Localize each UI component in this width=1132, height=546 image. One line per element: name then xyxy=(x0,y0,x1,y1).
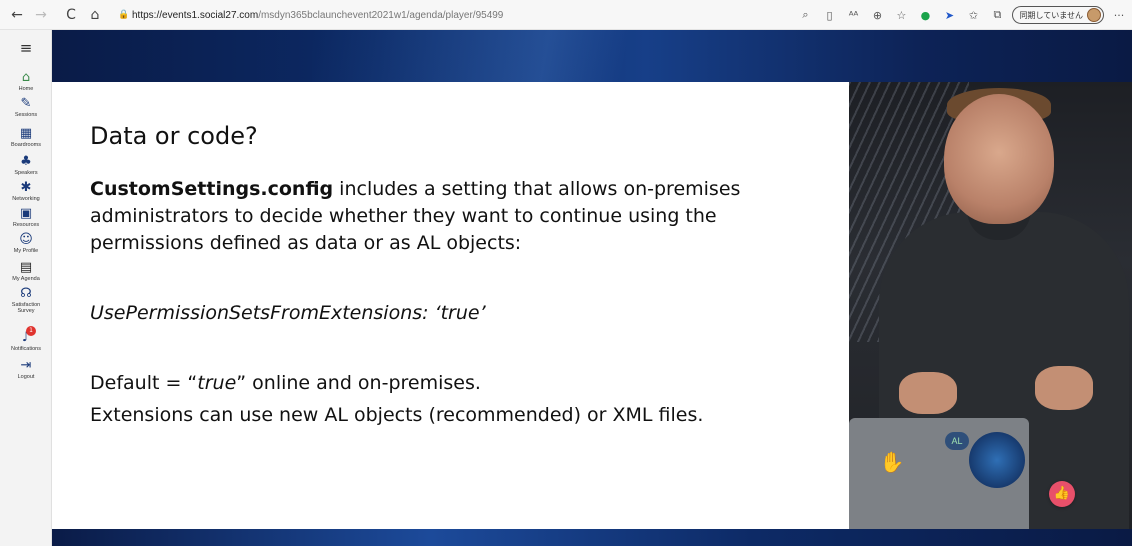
back-button[interactable]: ← xyxy=(6,4,28,26)
sidebar-item-my-agenda[interactable]: ▤ My Agenda xyxy=(0,260,52,282)
sidebar-item-satisfaction-survey[interactable]: ☊ Satisfaction Survey xyxy=(0,286,52,314)
reader-icon[interactable]: ▯ xyxy=(820,6,838,24)
presenter-head xyxy=(944,94,1054,224)
home-icon: ⌂ xyxy=(21,70,31,85)
reload-button[interactable]: C xyxy=(60,4,82,26)
url-path: /msdyn365bclaunchevent2021w1/agenda/play… xyxy=(258,9,504,21)
search-icon[interactable]: ⌕ xyxy=(796,6,814,24)
url-host: https://events1.social27.com xyxy=(132,9,259,21)
slide-para-bold: CustomSettings.config xyxy=(90,178,334,200)
presentation-slide: Data or code? CustomSettings.config incl… xyxy=(52,82,848,529)
laptop-sticker-al: AL xyxy=(945,432,969,450)
forward-button[interactable]: → xyxy=(30,4,52,26)
sidebar-item-label: My Profile xyxy=(13,248,39,254)
profile-icon: ☺ xyxy=(19,232,33,247)
lock-icon: 🔒 xyxy=(118,10,130,20)
laptop-sticker-badge xyxy=(969,432,1025,488)
sidebar-item-label: Boardrooms xyxy=(11,142,41,148)
sidebar-item-sessions[interactable]: ✎ Sessions xyxy=(0,96,52,118)
sidebar-item-label: Sessions xyxy=(14,112,38,118)
slide-title: Data or code? xyxy=(90,122,258,150)
read-aloud-icon[interactable]: ᴬᴬ xyxy=(844,6,862,24)
slide-default-line: Default = “true” online and on-premises. xyxy=(90,372,481,394)
notification-badge: 1 xyxy=(26,326,36,336)
sidebar-item-notifications[interactable]: ♪ 1 Notifications xyxy=(0,326,52,352)
address-bar[interactable]: 🔒 https://events1.social27.com/msdyn365b… xyxy=(118,6,503,24)
profile-button[interactable]: 同期していません xyxy=(1012,6,1104,24)
extension-blue-icon[interactable]: ➤ xyxy=(940,6,958,24)
slide-l1-suffix: ” online and on-premises. xyxy=(236,372,481,394)
sidebar-item-label: Resources xyxy=(12,222,40,228)
extension-green-icon[interactable]: ● xyxy=(916,6,934,24)
sidebar-item-networking[interactable]: ✱ Networking xyxy=(0,180,52,202)
favorites-icon[interactable]: ✩ xyxy=(964,6,982,24)
slide-code-line: UsePermissionSetsFromExtensions: ‘true’ xyxy=(90,302,486,324)
browser-toolbar: ← → C ⌂ 🔒 https://events1.social27.com/m… xyxy=(0,0,1132,30)
collections-icon[interactable]: ⧉ xyxy=(988,6,1006,24)
slide-header-band xyxy=(52,30,1132,82)
zoom-icon[interactable]: ⊕ xyxy=(868,6,886,24)
calendar-icon: ▤ xyxy=(19,260,33,275)
profile-label: 同期していません xyxy=(1019,10,1083,20)
slide-l1-italic: true xyxy=(197,372,237,394)
boardroom-icon: ▦ xyxy=(19,126,33,141)
bell-icon: ♪ 1 xyxy=(18,326,36,346)
network-icon: ✱ xyxy=(20,180,32,195)
sidebar-item-speakers[interactable]: ♣ Speakers xyxy=(0,154,52,176)
home-button[interactable]: ⌂ xyxy=(84,4,106,26)
presenter-right-hand xyxy=(1035,366,1093,410)
sidebar-item-label: Speakers xyxy=(14,170,38,176)
hand-sticker-icon: ✋ xyxy=(879,450,905,474)
presenter-video: AL ✋ xyxy=(849,82,1132,529)
slide-footer-band xyxy=(52,529,1132,546)
presenter-left-hand xyxy=(899,372,957,414)
more-icon[interactable]: ··· xyxy=(1110,6,1128,24)
sidebar-item-label: Networking xyxy=(12,196,40,202)
browser-tools: ⌕ ▯ ᴬᴬ ⊕ ☆ ● ➤ ✩ ⧉ 同期していません ··· xyxy=(796,4,1128,26)
favorite-add-icon[interactable]: ☆ xyxy=(892,6,910,24)
sidebar-item-boardrooms[interactable]: ▦ Boardrooms xyxy=(0,126,52,148)
slide-l1-prefix: Default = “ xyxy=(90,372,198,394)
sidebar-item-label: Notifications xyxy=(11,346,41,352)
menu-icon[interactable]: ≡ xyxy=(16,40,36,56)
sidebar-item-label: Logout xyxy=(17,374,35,380)
survey-icon: ☊ xyxy=(20,286,32,301)
logout-icon: ⇥ xyxy=(20,358,32,373)
sidebar-item-my-profile[interactable]: ☺ My Profile xyxy=(0,232,52,254)
sidebar-item-label: My Agenda xyxy=(12,276,40,282)
sidebar-item-home[interactable]: ⌂ Home xyxy=(0,70,52,92)
pen-icon: ✎ xyxy=(20,96,32,111)
avatar xyxy=(1087,8,1101,22)
slide-paragraph: CustomSettings.config includes a setting… xyxy=(90,176,810,257)
sidebar-item-label: Satisfaction Survey xyxy=(11,302,41,314)
sidebar-item-label: Home xyxy=(18,86,34,92)
sidebar-item-resources[interactable]: ▣ Resources xyxy=(0,206,52,228)
speaker-icon: ♣ xyxy=(20,154,32,169)
sidebar-item-logout[interactable]: ⇥ Logout xyxy=(0,358,52,380)
video-player[interactable]: Data or code? CustomSettings.config incl… xyxy=(52,30,1132,546)
like-reaction-button[interactable]: 👍 xyxy=(1049,481,1075,507)
sidebar: ≡ ⌂ Home ✎ Sessions ▦ Boardrooms ♣ Speak… xyxy=(0,30,52,546)
resources-icon: ▣ xyxy=(19,206,33,221)
slide-extensions-line: Extensions can use new AL objects (recom… xyxy=(90,404,704,426)
